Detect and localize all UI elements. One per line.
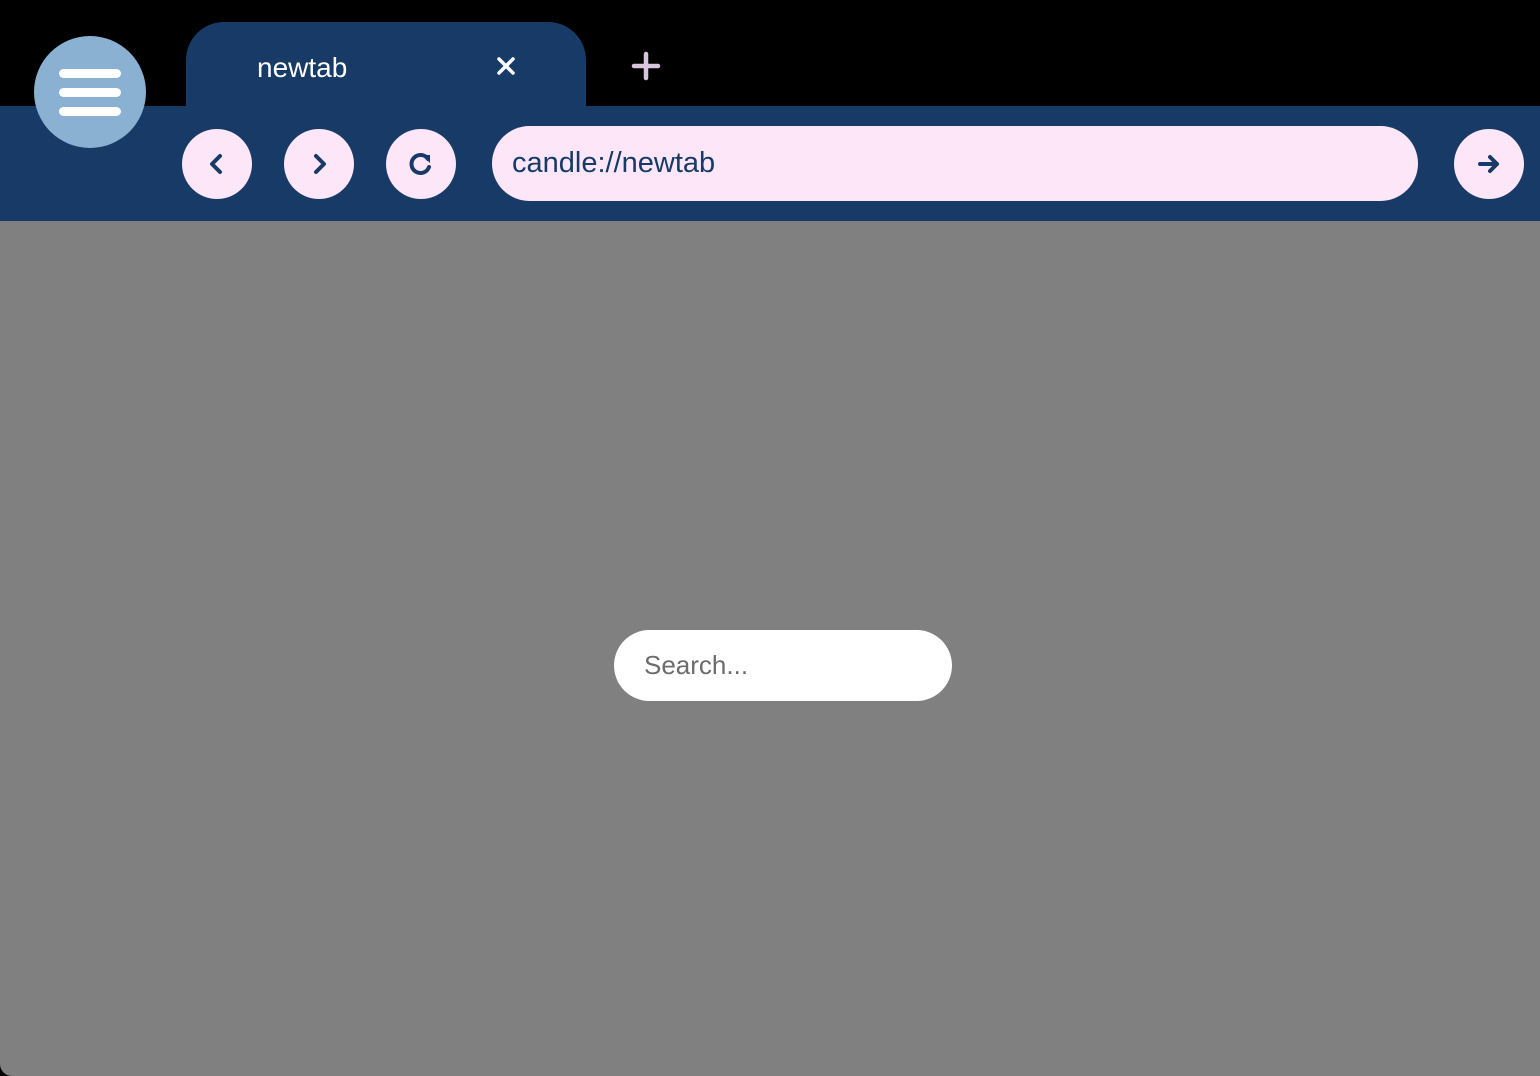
- hamburger-menu-icon[interactable]: [34, 36, 146, 148]
- search-input[interactable]: [614, 630, 952, 701]
- chevron-right-icon: [314, 154, 326, 174]
- tab-strip: newtab: [0, 0, 1540, 108]
- page-content: [0, 221, 1540, 1076]
- menu-bar: [59, 106, 121, 116]
- go-button[interactable]: [1454, 129, 1524, 199]
- back-button[interactable]: [182, 129, 252, 199]
- address-bar[interactable]: candle://newtab: [492, 126, 1418, 201]
- plus-icon[interactable]: [630, 50, 662, 82]
- menu-bar: [59, 87, 121, 97]
- arrow-right-icon: [1478, 155, 1499, 173]
- tab-title: newtab: [257, 52, 348, 83]
- close-icon[interactable]: [494, 54, 518, 78]
- chevron-left-icon: [210, 154, 222, 174]
- reload-icon: [409, 153, 431, 175]
- url-text: candle://newtab: [512, 147, 716, 179]
- forward-button[interactable]: [284, 129, 354, 199]
- navigation-toolbar: candle://newtab: [0, 106, 1540, 221]
- reload-button[interactable]: [386, 129, 456, 199]
- tab-newtab[interactable]: newtab: [186, 22, 586, 108]
- menu-bar: [59, 68, 121, 78]
